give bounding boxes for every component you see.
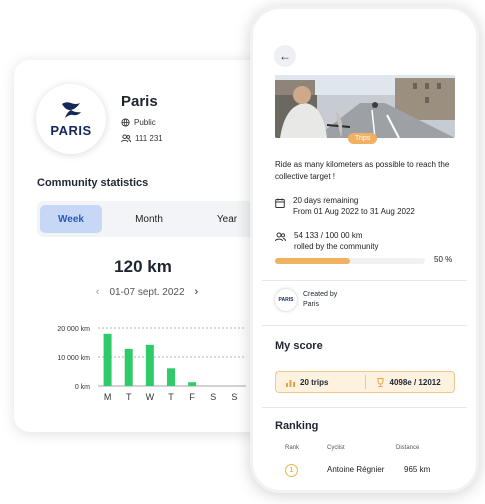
creator-logo: PARIS: [275, 289, 297, 311]
progress-caption: rolled by the community: [294, 242, 379, 251]
date-navigator: ‹ 01-07 sept. 2022 ›: [14, 286, 272, 298]
challenge-period: From 01 Aug 2022 to 31 Aug 2022: [293, 207, 415, 216]
x-tick-label: T: [168, 392, 174, 402]
weekly-distance-chart: 20 000 km 10 000 km 0 km M T W T F S S: [57, 326, 246, 402]
x-tick-label: T: [126, 392, 132, 402]
community-name: Paris: [121, 93, 158, 110]
challenge-type-badge: Trips: [348, 133, 378, 144]
divider: [262, 325, 467, 326]
challenge-screen: ← Trips Ride as many kilometers as possi…: [262, 37, 467, 487]
date-range: 01-07 sept. 2022: [109, 286, 185, 298]
created-by-label: Created by: [303, 291, 338, 298]
total-distance: 120 km: [114, 257, 172, 276]
divider: [262, 407, 467, 408]
creator-row[interactable]: PARIS Created by Paris: [275, 289, 337, 311]
next-period-button[interactable]: ›: [195, 286, 199, 298]
ranking-title: Ranking: [275, 420, 319, 432]
progress-fill: [275, 258, 350, 264]
progress-bar: [275, 258, 425, 264]
x-tick-label: F: [189, 392, 195, 402]
score-summary: 20 trips 4098e / 12012: [275, 371, 455, 393]
phone-frame: ← Trips Ride as many kilometers as possi…: [250, 6, 479, 493]
members-row: 111 231: [121, 134, 163, 143]
prev-period-button[interactable]: ‹: [96, 286, 100, 298]
rank-value: 4098e / 12012: [389, 377, 441, 387]
community-progress: 54 133 / 100 00 km rolled by the communi…: [275, 230, 378, 252]
back-button[interactable]: ←: [274, 45, 296, 67]
paris-marianne-icon: [62, 101, 81, 118]
score-rank: 4098e / 12012: [366, 377, 455, 387]
distance-column-header: Distance: [396, 445, 420, 451]
y-tick-label: 0 km: [75, 384, 90, 391]
creator-name: Paris: [303, 301, 319, 308]
stats-title: Community statistics: [37, 177, 149, 189]
x-tick-label: S: [231, 392, 237, 402]
x-tick-label: W: [146, 392, 155, 402]
cyclist-column-header: Cyclist: [327, 445, 345, 451]
cyclist-name: Antoine Régnier: [327, 465, 385, 474]
tab-month[interactable]: Month: [118, 205, 180, 233]
trophy-icon: [377, 377, 383, 387]
progress-value: 54 133 / 100 00 km: [294, 231, 363, 240]
chart-bar: [103, 333, 112, 386]
users-icon: [121, 134, 131, 143]
period-tabs: Week Month Year: [37, 201, 272, 237]
days-remaining: 20 days remaining: [293, 196, 359, 205]
chart-bar: [124, 348, 133, 386]
cyclist-distance: 965 km: [404, 465, 431, 474]
progress-percent: 50 %: [434, 255, 453, 264]
tab-week[interactable]: Week: [40, 205, 102, 233]
y-tick-label: 10 000 km: [57, 355, 90, 362]
my-score-title: My score: [275, 340, 323, 352]
x-tick-label: S: [210, 392, 216, 402]
visibility-row: Public: [121, 118, 156, 127]
chart-bar: [188, 382, 197, 386]
logo-text: PARIS: [50, 122, 92, 138]
calendar-icon: [275, 198, 285, 208]
challenge-photo: [275, 75, 455, 138]
trips-count: 20 trips: [300, 377, 329, 387]
bar-chart-icon: [286, 379, 295, 387]
arrow-left-icon: ←: [279, 49, 291, 63]
community-card: PARIS Paris Public 111 231 Community sta…: [14, 60, 272, 432]
challenge-dates: 20 days remaining From 01 Aug 2022 to 31…: [275, 195, 415, 217]
tab-year[interactable]: Year: [196, 205, 258, 233]
gold-medal-icon: 1: [285, 464, 298, 477]
score-trips: 20 trips: [276, 378, 365, 387]
users-icon: [275, 232, 286, 242]
divider: [262, 280, 467, 281]
globe-icon: [121, 118, 130, 127]
community-logo: PARIS: [36, 84, 106, 154]
visibility-text: Public: [134, 118, 156, 127]
challenge-description: Ride as many kilometers as possible to r…: [275, 160, 450, 181]
x-tick-label: M: [104, 392, 112, 402]
members-count: 111 231: [135, 134, 163, 143]
chart-bar: [145, 344, 154, 386]
chart-bar: [167, 368, 175, 386]
y-tick-label: 20 000 km: [57, 326, 90, 333]
rank-column-header: Rank: [285, 445, 300, 451]
